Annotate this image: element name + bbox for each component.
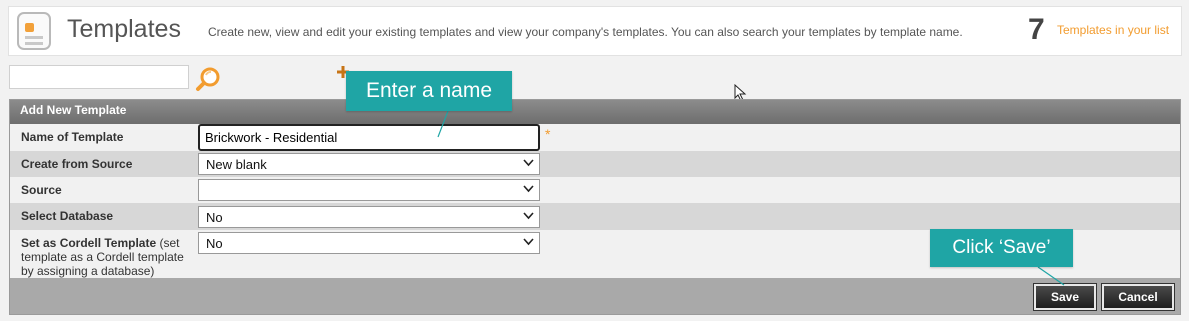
source-select[interactable] xyxy=(198,179,540,201)
template-name-field[interactable] xyxy=(198,124,540,151)
callout-pointer xyxy=(437,110,449,138)
form-row-name: Name of Template * xyxy=(10,124,1180,151)
select-database-value: No xyxy=(206,210,223,225)
chevron-down-icon xyxy=(523,238,534,246)
panel-header: Add New Template xyxy=(10,100,1180,124)
source-label: Source xyxy=(21,183,62,197)
page-title: Templates xyxy=(67,15,181,43)
cordell-template-label: Set as Cordell Template (set template as… xyxy=(21,236,193,278)
chevron-down-icon xyxy=(523,212,534,220)
form-row-create-from-source: Create from Source New blank xyxy=(10,151,1180,177)
add-template-panel: Add New Template Name of Template * Crea… xyxy=(9,99,1181,315)
callout-enter-name: Enter a name xyxy=(346,71,512,111)
panel-title: Add New Template xyxy=(20,103,127,117)
search-input[interactable] xyxy=(9,65,189,89)
form-row-source: Source xyxy=(10,177,1180,203)
panel-footer xyxy=(10,278,1180,314)
search-icon[interactable] xyxy=(195,66,223,92)
create-from-source-value: New blank xyxy=(206,157,267,172)
templates-app-icon xyxy=(17,12,51,50)
chevron-down-icon xyxy=(523,159,534,167)
create-from-source-select[interactable]: New blank xyxy=(198,153,540,175)
cordell-template-value: No xyxy=(206,236,223,251)
template-count: 7 xyxy=(1028,13,1045,46)
cancel-button[interactable]: Cancel xyxy=(1101,283,1175,311)
page-description: Create new, view and edit your existing … xyxy=(208,25,963,39)
select-database-select[interactable]: No xyxy=(198,206,540,228)
cordell-template-label-text: Set as Cordell Template xyxy=(21,236,157,250)
callout-pointer xyxy=(1037,266,1065,286)
form-row-select-database: Select Database No xyxy=(10,203,1180,230)
select-database-label: Select Database xyxy=(21,209,114,223)
cordell-template-select[interactable]: No xyxy=(198,232,540,254)
template-count-label: Templates in your list xyxy=(1057,23,1170,37)
page-header: Templates Create new, view and edit your… xyxy=(8,6,1182,56)
save-button[interactable]: Save xyxy=(1033,283,1097,311)
chevron-down-icon xyxy=(523,185,534,193)
create-from-source-label: Create from Source xyxy=(21,157,133,171)
name-field-label: Name of Template xyxy=(21,130,124,144)
required-marker: * xyxy=(545,126,551,142)
callout-click-save: Click ‘Save’ xyxy=(930,229,1073,267)
